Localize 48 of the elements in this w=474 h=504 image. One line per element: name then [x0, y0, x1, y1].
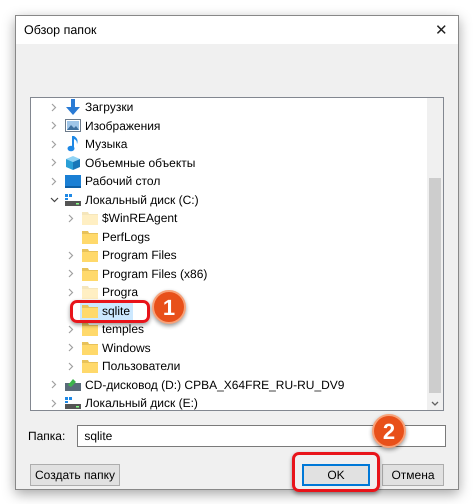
- tree-item[interactable]: Музыка: [63, 135, 130, 154]
- window-title: Обзор папок: [24, 22, 96, 39]
- tree-item[interactable]: Изображения: [63, 116, 164, 135]
- create-folder-button[interactable]: Создать папку: [30, 464, 120, 486]
- tree-item[interactable]: Локальный диск (E:): [63, 394, 201, 410]
- cancel-button[interactable]: Отмена: [382, 464, 444, 486]
- chevron-right-icon[interactable]: [68, 269, 74, 278]
- tree-item[interactable]: Рабочий стол: [63, 172, 164, 190]
- chevron-right-icon[interactable]: [68, 250, 74, 260]
- cd-drive-icon: [65, 378, 81, 392]
- chevron-right-icon[interactable]: [68, 214, 74, 223]
- chevron-right-icon[interactable]: [51, 380, 57, 390]
- scrollbar-thumb[interactable]: [429, 178, 441, 393]
- close-button[interactable]: ✕: [435, 22, 448, 38]
- chevron-right-icon[interactable]: [68, 288, 74, 297]
- chevron-right-icon[interactable]: [51, 398, 57, 408]
- tree-item[interactable]: Program Files: [80, 246, 180, 264]
- tree-item[interactable]: Загрузки: [63, 98, 136, 116]
- chevron-right-icon[interactable]: [68, 362, 74, 371]
- cube-icon: [65, 154, 81, 171]
- tree-item[interactable]: Локальный диск (C:): [63, 190, 202, 209]
- chevron-right-icon[interactable]: [68, 324, 74, 334]
- tree-item[interactable]: Пользователи: [80, 357, 184, 376]
- tree-item[interactable]: PerfLogs: [80, 228, 154, 246]
- drive-icon: [65, 192, 81, 207]
- chevron-down-icon[interactable]: [50, 196, 58, 203]
- chevron-right-icon[interactable]: [51, 121, 57, 130]
- tree-item[interactable]: Объемные объекты: [63, 154, 198, 172]
- scroll-down-icon[interactable]: [431, 401, 439, 407]
- tree-item[interactable]: temples: [80, 320, 148, 338]
- desktop-icon: [65, 174, 81, 188]
- chevron-right-icon[interactable]: [51, 140, 57, 149]
- tree-item[interactable]: $WinREAgent: [80, 209, 180, 228]
- scrollbar[interactable]: [427, 98, 443, 410]
- music-note-icon: [67, 136, 79, 152]
- image-icon: [65, 119, 81, 132]
- tree-item[interactable]: Program Files (x86): [80, 264, 210, 283]
- download-arrow-icon: [66, 99, 80, 116]
- chevron-right-icon[interactable]: [51, 176, 57, 186]
- field-label: Папка:: [28, 428, 66, 445]
- chevron-right-icon[interactable]: [68, 343, 74, 352]
- ok-button[interactable]: OK: [302, 464, 370, 486]
- drive-icon: [65, 396, 81, 410]
- tree-item[interactable]: Windows: [80, 338, 154, 357]
- tree-item[interactable]: Progra: [80, 283, 142, 302]
- tree-item[interactable]: CD-дисковод (D:) CPBA_X64FRE_RU-RU_DV9: [63, 376, 348, 394]
- chevron-right-icon[interactable]: [51, 102, 57, 112]
- chevron-right-icon[interactable]: [51, 158, 57, 168]
